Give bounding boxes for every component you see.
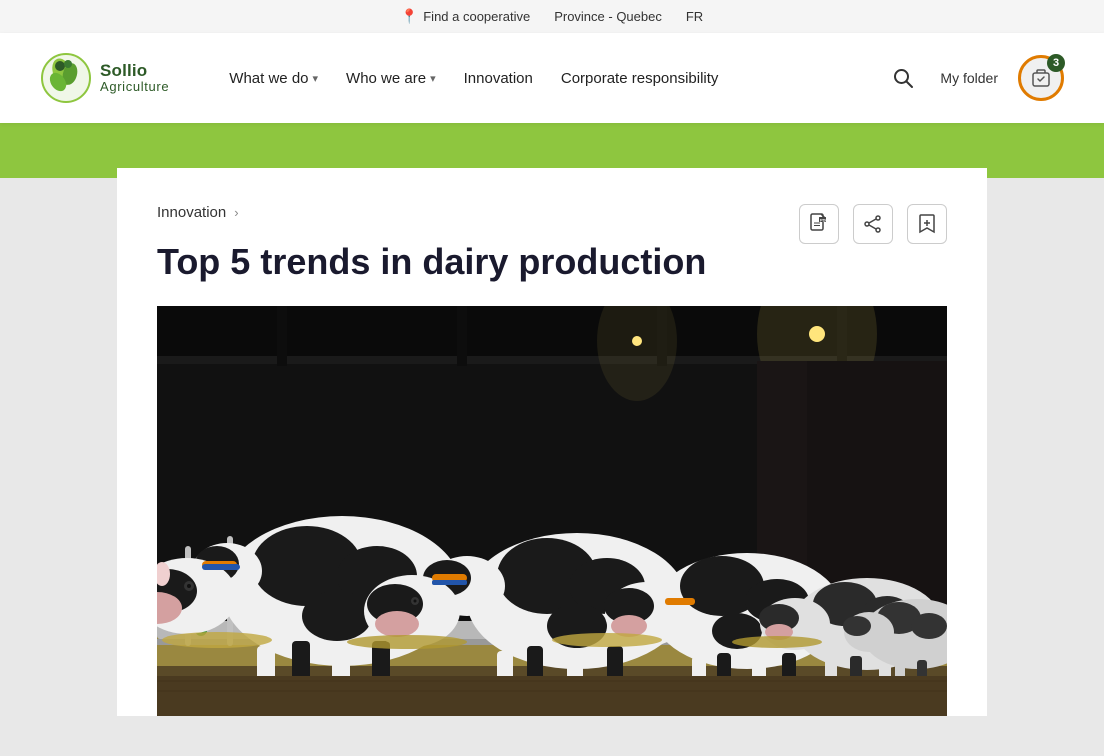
nav-label-who-we-are: Who we are: [346, 70, 426, 87]
logo-text: Sollio Agriculture: [100, 62, 169, 95]
find-cooperative-label: Find a cooperative: [423, 9, 530, 24]
bookmark-count-badge: 3: [1047, 54, 1065, 72]
nav-links: What we do ▾ Who we are ▾ Innovation Cor…: [217, 60, 886, 97]
add-to-folder-button[interactable]: [907, 204, 947, 244]
content-wrapper: Innovation › PDF: [0, 178, 1104, 756]
nav-label-innovation: Innovation: [464, 70, 533, 87]
nav-item-what-we-do[interactable]: What we do ▾: [217, 60, 330, 97]
breadcrumb-separator: ›: [234, 205, 238, 220]
share-icon: [863, 214, 883, 234]
breadcrumb-innovation-link[interactable]: Innovation: [157, 204, 226, 221]
bookmark-folder-button[interactable]: 3: [1018, 55, 1064, 101]
search-button[interactable]: [886, 61, 920, 95]
logo-icon: [40, 52, 92, 104]
nav-item-who-we-are[interactable]: Who we are ▾: [334, 60, 448, 97]
nav-item-innovation[interactable]: Innovation: [452, 60, 545, 97]
brand-name: Sollio: [100, 62, 169, 81]
language-toggle[interactable]: FR: [686, 9, 703, 24]
hero-image: [157, 306, 947, 716]
nav-label-corporate-responsibility: Corporate responsibility: [561, 70, 719, 87]
add-bookmark-icon: [917, 213, 937, 235]
main-nav: Sollio Agriculture What we do ▾ Who we a…: [0, 33, 1104, 123]
nav-label-what-we-do: What we do: [229, 70, 308, 87]
share-button[interactable]: [853, 204, 893, 244]
page-title: Top 5 trends in dairy production: [157, 241, 877, 282]
pdf-button[interactable]: PDF: [799, 204, 839, 244]
chevron-down-icon: ▾: [430, 72, 436, 85]
bookmark-folder-icon: [1030, 67, 1052, 89]
nav-item-corporate-responsibility[interactable]: Corporate responsibility: [549, 60, 731, 97]
action-icons: PDF: [799, 204, 947, 244]
find-cooperative-link[interactable]: 📍 Find a cooperative: [401, 8, 530, 25]
bookmark-wrapper: 3: [1018, 55, 1064, 101]
province-selector[interactable]: Province - Quebec: [554, 9, 662, 24]
brand-sub: Agriculture: [100, 80, 169, 94]
chevron-down-icon: ▾: [313, 72, 319, 85]
province-label: Province - Quebec: [554, 9, 662, 24]
search-icon: [892, 67, 914, 89]
cows-scene-svg: [157, 306, 947, 716]
my-folder-button[interactable]: My folder: [932, 64, 1006, 92]
my-folder-label: My folder: [940, 70, 998, 86]
utility-bar: 📍 Find a cooperative Province - Quebec F…: [0, 0, 1104, 33]
nav-right: My folder 3: [886, 55, 1064, 101]
svg-text:PDF: PDF: [820, 218, 829, 223]
pdf-icon: PDF: [809, 213, 829, 235]
location-icon: 📍: [401, 8, 418, 25]
logo-link[interactable]: Sollio Agriculture: [40, 52, 169, 104]
content-card: Innovation › PDF: [117, 168, 987, 716]
language-label: FR: [686, 9, 703, 24]
